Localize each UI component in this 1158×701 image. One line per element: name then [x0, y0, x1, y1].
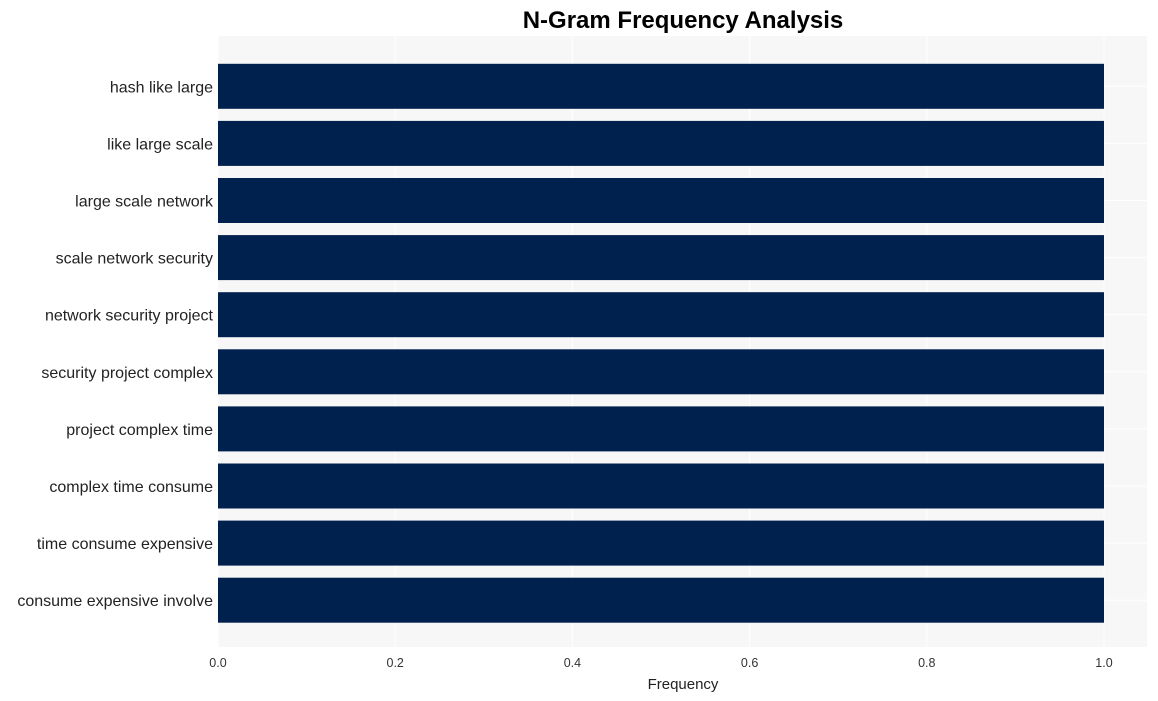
y-tick-label: scale network security — [56, 251, 213, 268]
bar — [218, 349, 1104, 395]
x-axis-ticks: 0.0 0.2 0.4 0.6 0.8 1.0 — [209, 656, 1112, 670]
y-tick-label: time consume expensive — [37, 536, 213, 553]
x-tick-label: 0.0 — [209, 656, 226, 670]
x-tick-label: 0.4 — [564, 656, 581, 670]
bar — [218, 406, 1104, 452]
bar — [218, 235, 1104, 281]
bar — [218, 120, 1104, 166]
y-axis-labels: hash like large like large scale large sca… — [17, 79, 214, 610]
y-tick-label: hash like large — [110, 79, 213, 96]
x-tick-label: 0.6 — [741, 656, 758, 670]
bar — [218, 520, 1104, 566]
x-tick-label: 0.2 — [387, 656, 404, 670]
bar — [218, 178, 1104, 223]
chart-title: N-Gram Frequency Analysis — [523, 7, 844, 34]
bar — [218, 577, 1104, 623]
x-axis-label: Frequency — [648, 676, 719, 693]
y-tick-label: like large scale — [107, 136, 213, 153]
y-tick-label: project complex time — [66, 422, 213, 439]
bar — [218, 292, 1104, 338]
x-tick-label: 1.0 — [1095, 656, 1112, 670]
bar — [218, 63, 1104, 109]
y-tick-label: security project complex — [41, 365, 213, 382]
y-tick-label: large scale network — [75, 194, 214, 211]
bar — [218, 463, 1104, 509]
y-tick-label: consume expensive involve — [17, 593, 213, 610]
y-tick-label: network security project — [45, 308, 214, 325]
x-tick-label: 0.8 — [918, 656, 935, 670]
y-tick-label: complex time consume — [49, 479, 213, 496]
chart: hash like large like large scale large sca… — [17, 7, 1147, 693]
